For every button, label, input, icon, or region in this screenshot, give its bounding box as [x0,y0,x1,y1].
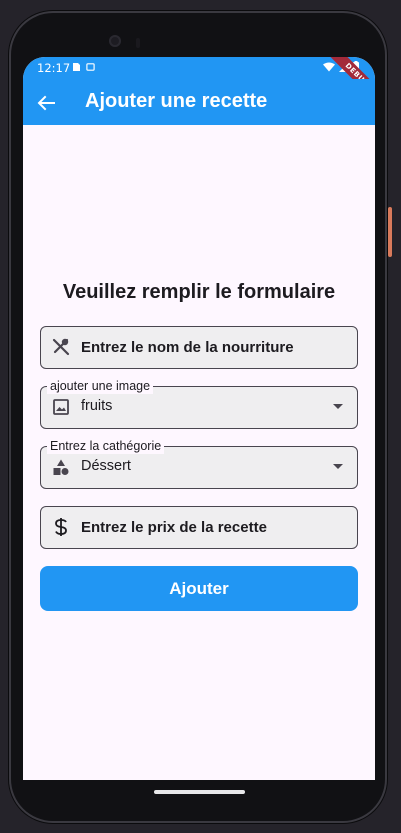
screenshot-icon [86,63,95,71]
price-placeholder: Entrez le prix de la recette [81,519,267,536]
status-time: 12:17 [37,61,71,75]
category-dropdown[interactable]: Entrez la cathégorie Déssert [40,438,358,489]
power-button [388,207,392,257]
home-indicator[interactable] [154,790,245,794]
chevron-down-icon [333,464,343,469]
image-dropdown-label: ajouter une image [47,378,154,394]
form-heading: Veuillez remplir le formulaire [62,281,336,303]
front-camera [109,35,121,47]
back-button[interactable] [33,90,59,116]
price-field[interactable]: Entrez le prix de la recette [40,506,358,549]
app-screen: 12:17 DEBUG Ajouter une recette Veuillez… [23,57,375,780]
image-dropdown-value: fruits [81,398,113,414]
chevron-down-icon [333,404,343,409]
food-name-field[interactable]: Entrez le nom de la nourriture [40,326,358,369]
wifi-icon [323,62,335,71]
image-icon [51,397,71,417]
status-bar: 12:17 DEBUG [23,57,375,108]
image-dropdown[interactable]: ajouter une image fruits [40,378,358,429]
food-name-placeholder: Entrez le nom de la nourriture [81,339,294,356]
restaurant-icon [51,337,71,357]
category-dropdown-label: Entrez la cathégorie [47,438,165,454]
add-recipe-button[interactable]: Ajouter [40,566,358,611]
category-dropdown-value: Déssert [81,458,131,474]
app-bar: Ajouter une recette [23,79,375,125]
page-title: Ajouter une recette [85,90,268,112]
dollar-icon [51,517,71,537]
category-icon [51,457,71,477]
earpiece [136,38,140,48]
sim-card-icon [73,63,80,71]
arrow-back-icon [37,95,55,111]
